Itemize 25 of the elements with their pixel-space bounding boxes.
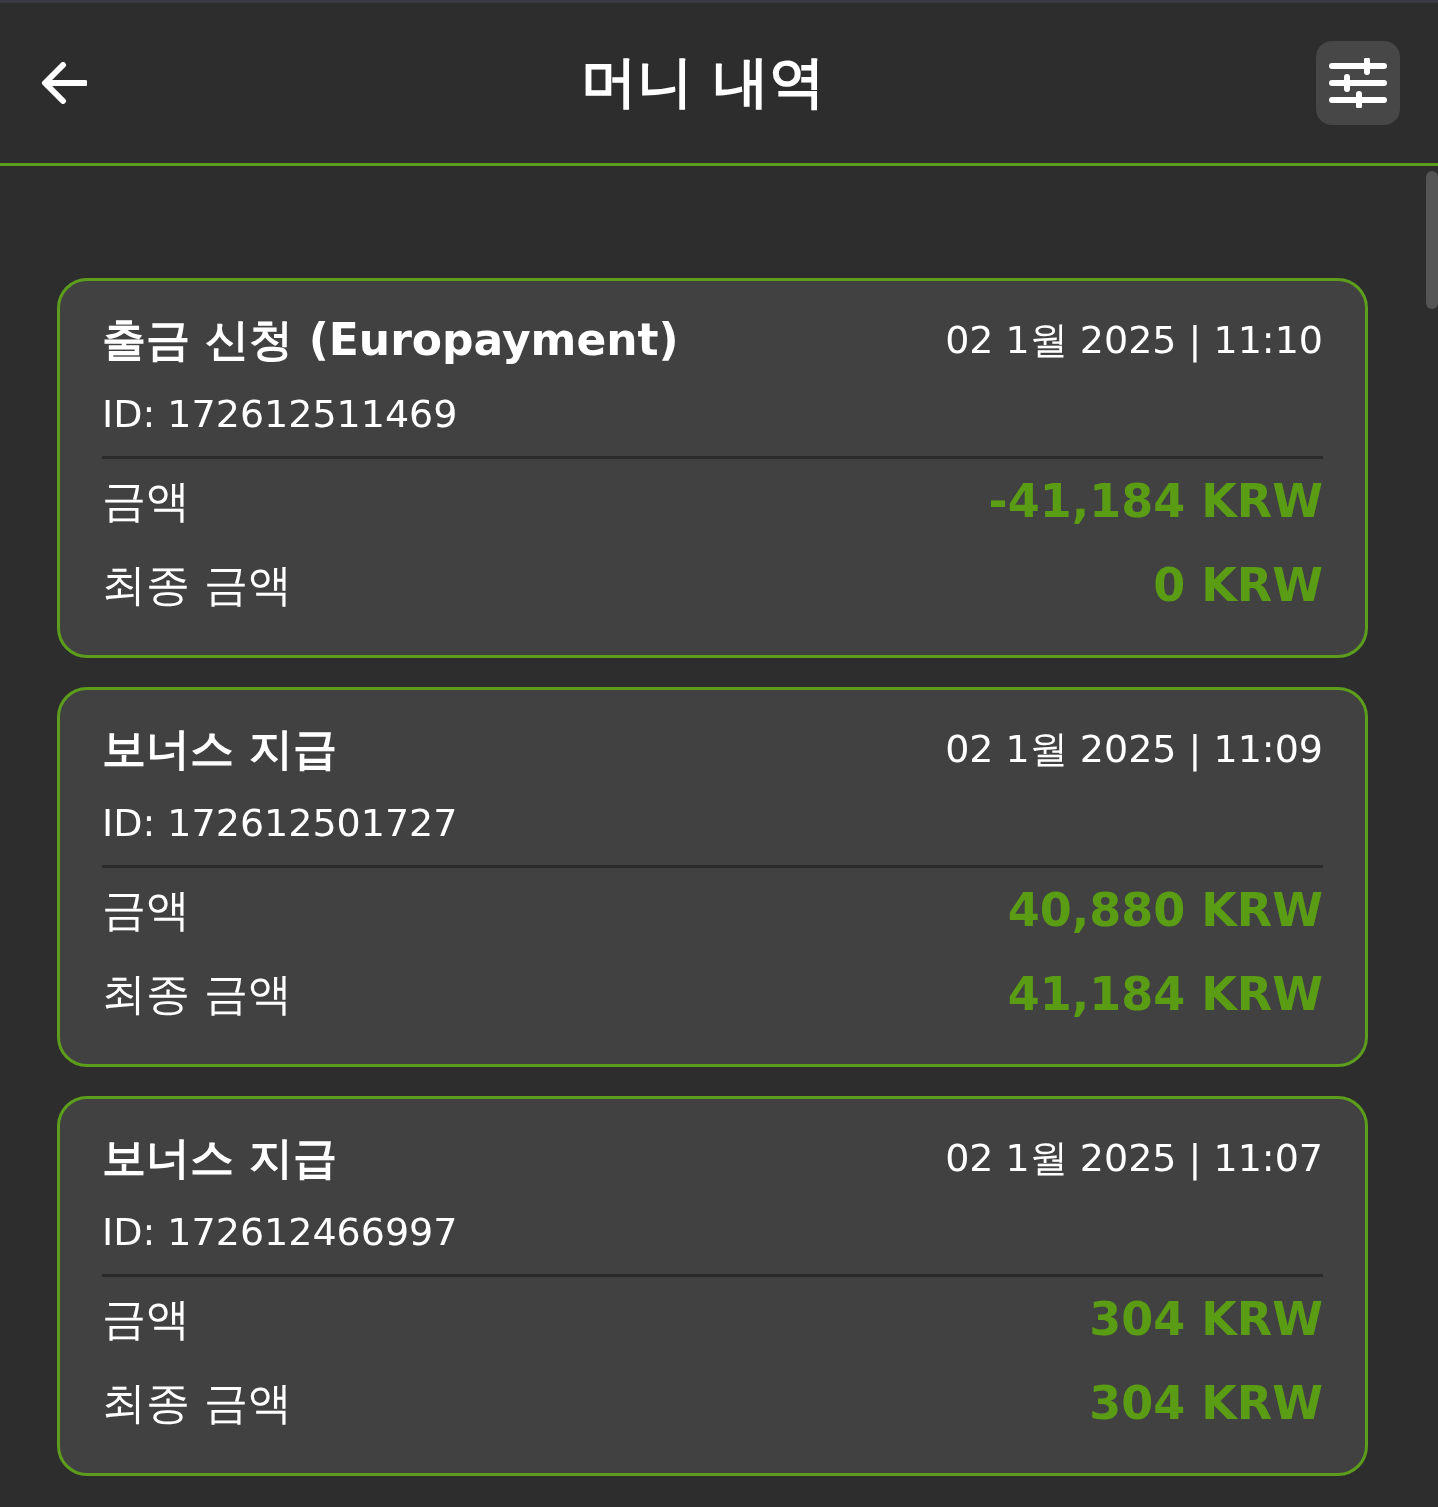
transaction-date: 02 1월 2025 | 11:10	[945, 317, 1323, 365]
amount-value: 40,880 KRW	[1007, 883, 1323, 937]
transaction-date: 02 1월 2025 | 11:09	[945, 726, 1323, 774]
transaction-id: ID: 172612466997	[102, 1210, 1323, 1277]
transaction-title: 보너스 지급	[102, 1131, 338, 1185]
amount-value: 304 KRW	[1089, 1376, 1323, 1430]
transaction-title: 보너스 지급	[102, 722, 338, 776]
amount-value: 41,184 KRW	[1007, 967, 1323, 1021]
amount-label: 금액	[102, 1291, 190, 1346]
transaction-id: ID: 172612501727	[102, 801, 1323, 868]
filter-button[interactable]	[1316, 41, 1400, 125]
amount-value: -41,184 KRW	[988, 474, 1323, 528]
amount-value: 0 KRW	[1153, 558, 1323, 612]
amount-label: 최종 금액	[102, 966, 292, 1021]
transaction-title: 출금 신청 (Europayment)	[102, 313, 679, 367]
page-title: 머니 내역	[581, 48, 825, 116]
transaction-id: ID: 172612511469	[102, 392, 1323, 459]
transaction-date: 02 1월 2025 | 11:07	[945, 1135, 1323, 1183]
amount-label: 최종 금액	[102, 557, 292, 612]
sliders-icon	[1329, 58, 1387, 108]
amount-label: 최종 금액	[102, 1375, 292, 1430]
scrollbar-thumb[interactable]	[1426, 171, 1438, 309]
amount-label: 금액	[102, 882, 190, 937]
amount-value: 304 KRW	[1089, 1292, 1323, 1346]
amount-label: 금액	[102, 473, 190, 528]
